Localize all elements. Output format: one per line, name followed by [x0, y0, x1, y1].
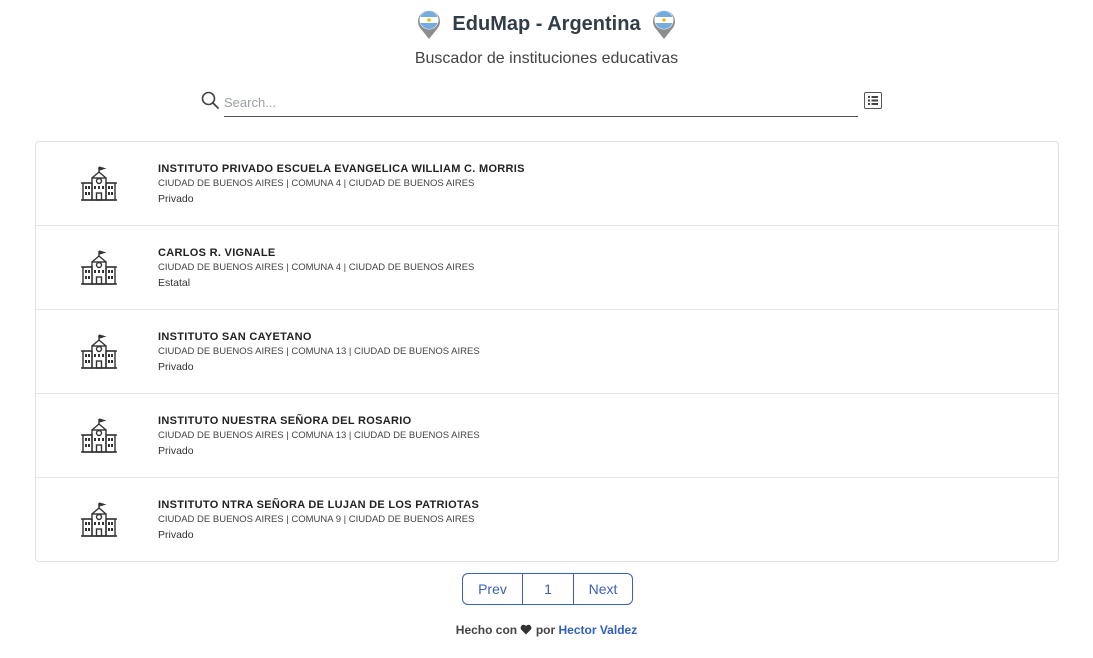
institution-location: CIUDAD DE BUENOS AIRES | COMUNA 13 | CIU…: [158, 430, 480, 441]
results-list: INSTITUTO PRIVADO ESCUELA EVANGELICA WIL…: [35, 141, 1059, 562]
search-icon: [201, 91, 219, 109]
institution-type: Estatal: [158, 277, 191, 289]
school-building-icon: [81, 418, 117, 453]
page-title: EduMap - Argentina: [452, 12, 641, 35]
institution-name: INSTITUTO NTRA SEÑORA DE LUJAN DE LOS PA…: [158, 499, 480, 511]
school-building-icon: [81, 250, 117, 285]
footer-by-text: por: [535, 623, 556, 637]
heart-icon: [521, 624, 532, 635]
search-bar: [200, 88, 884, 118]
institution-name: INSTITUTO SAN CAYETANO: [158, 331, 312, 343]
institution-location: CIUDAD DE BUENOS AIRES | COMUNA 9 | CIUD…: [158, 514, 475, 525]
page-number-button[interactable]: 1: [523, 574, 574, 604]
footer-made-with-text: Hecho con: [455, 623, 518, 637]
argentina-flag-pin-icon: [652, 10, 675, 39]
school-building-icon: [81, 334, 117, 369]
institution-name: INSTITUTO PRIVADO ESCUELA EVANGELICA WIL…: [158, 163, 525, 175]
search-input[interactable]: [224, 88, 858, 117]
list-item[interactable]: CARLOS R. VIGNALE CIUDAD DE BUENOS AIRES…: [36, 226, 1058, 310]
list-item[interactable]: INSTITUTO SAN CAYETANO CIUDAD DE BUENOS …: [36, 310, 1058, 394]
pagination: Prev 1 Next: [462, 573, 633, 605]
footer: Hecho con por Hector Valdez: [0, 623, 1093, 637]
institution-type: Privado: [158, 361, 194, 373]
institution-location: CIUDAD DE BUENOS AIRES | COMUNA 13 | CIU…: [158, 346, 480, 357]
institution-location: CIUDAD DE BUENOS AIRES | COMUNA 4 | CIUD…: [158, 262, 475, 273]
list-view-icon: [868, 96, 878, 105]
list-view-button[interactable]: [864, 92, 882, 109]
author-link[interactable]: Hector Valdez: [559, 623, 638, 637]
page-subtitle: Buscador de instituciones educativas: [414, 50, 679, 67]
school-building-icon: [81, 166, 117, 201]
school-building-icon: [81, 502, 117, 537]
list-item[interactable]: INSTITUTO NTRA SEÑORA DE LUJAN DE LOS PA…: [36, 478, 1058, 562]
prev-page-button[interactable]: Prev: [463, 574, 523, 604]
next-page-button[interactable]: Next: [574, 574, 632, 604]
institution-type: Privado: [158, 445, 194, 457]
argentina-flag-pin-icon: [418, 10, 441, 39]
institution-type: Privado: [158, 529, 194, 541]
list-item[interactable]: INSTITUTO NUESTRA SEÑORA DEL ROSARIO CIU…: [36, 394, 1058, 478]
app-header: EduMap - Argentina: [0, 7, 1093, 41]
institution-name: CARLOS R. VIGNALE: [158, 247, 276, 259]
institution-type: Privado: [158, 193, 194, 205]
institution-name: INSTITUTO NUESTRA SEÑORA DEL ROSARIO: [158, 415, 412, 427]
list-item[interactable]: INSTITUTO PRIVADO ESCUELA EVANGELICA WIL…: [36, 142, 1058, 226]
institution-location: CIUDAD DE BUENOS AIRES | COMUNA 4 | CIUD…: [158, 178, 475, 189]
